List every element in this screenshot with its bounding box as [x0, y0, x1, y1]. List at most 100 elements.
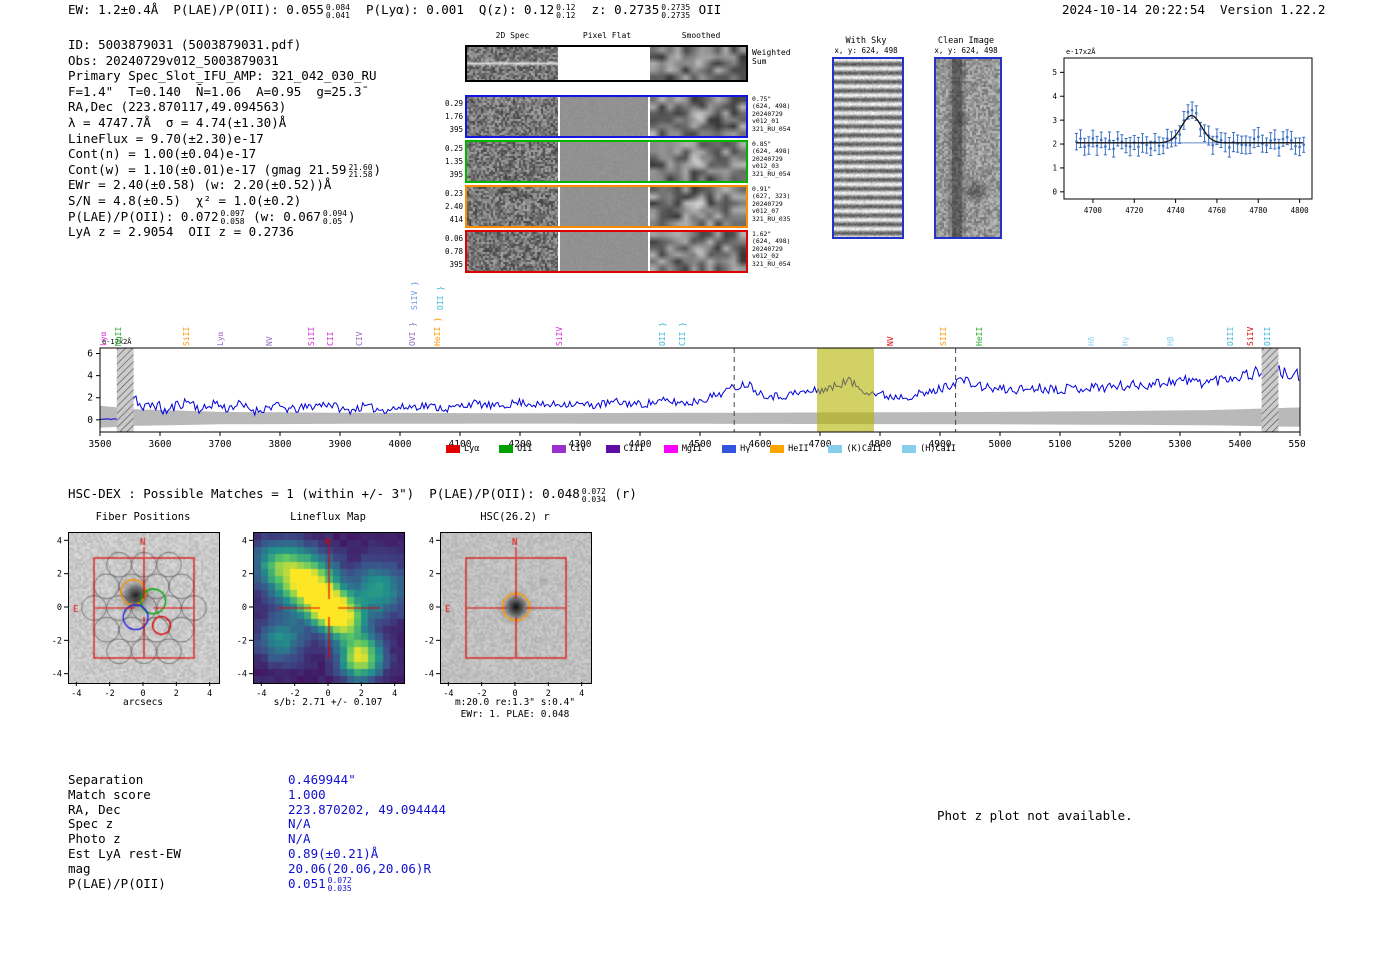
- row-pixelflat-image: [560, 97, 648, 136]
- weighted-sum-label: Weighted Sum: [752, 48, 804, 66]
- svg-text:5: 5: [1052, 68, 1057, 77]
- row-pixelflat-image: [560, 187, 648, 226]
- legend-swatch: [446, 445, 460, 453]
- legend-swatch: [902, 445, 917, 453]
- match-table-label: Photo z: [68, 831, 121, 847]
- svg-text:-2: -2: [237, 636, 247, 646]
- hsc-cutout-xlabel2: EWr: 1. PLAE: 0.048: [460, 709, 570, 720]
- legend-label: MgII: [681, 444, 703, 454]
- match-table-row: P(LAE)/P(OII) 0.051 0.072 0.035: [68, 876, 446, 894]
- row-smoothed-image: [650, 187, 746, 226]
- row-annotation: 0.85" (624, 498) 20240729 v012_03 321_RU_054: [752, 140, 804, 178]
- svg-text:3800: 3800: [269, 439, 292, 450]
- legend-item: CIII: [605, 444, 644, 454]
- info-line: LyA z = 2.9054 OII z = 0.2736: [68, 224, 381, 240]
- match-table-label: RA, Dec: [68, 801, 121, 817]
- cutout-axes-svg: -4-4-2-2002244-4-4-2-2002244-4-4-2-20022…: [52, 536, 584, 699]
- row-annotation: 0.91" (627, 323) 20240729 v012_07 321_RU_035: [752, 185, 804, 223]
- text-segment: (w: 0.067: [245, 208, 321, 224]
- emission-line-label: NV: [885, 336, 895, 346]
- text-segment: P(Lyα): 0.001 Q(z): 0.12: [350, 2, 555, 17]
- stacked-uncertainty: 0.2735 0.2735: [659, 4, 691, 19]
- spec2d-row: [465, 185, 748, 228]
- emission-line-label: MgII: [114, 326, 124, 346]
- emission-line-label: Hδ: [1086, 336, 1096, 346]
- svg-text:4: 4: [242, 536, 247, 546]
- svg-text:0: 0: [57, 603, 62, 613]
- uncertainty-lower: 21.58: [348, 170, 373, 180]
- row-scale-value: 0.78: [444, 247, 463, 257]
- spec2d-row: [465, 45, 748, 82]
- info-line: Primary Spec_Slot_IFU_AMP: 321_042_030_R…: [68, 68, 381, 84]
- legend-swatch: [770, 445, 785, 453]
- svg-text:-4: -4: [52, 670, 62, 680]
- match-table-label: Separation: [68, 772, 144, 787]
- text-segment: Primary Spec_Slot_IFU_AMP: 321_042_030_R…: [68, 68, 377, 84]
- legend-swatch: [663, 445, 678, 453]
- emission-line-label: SiIV: [1246, 326, 1256, 346]
- emission-line-label: SiIV }: [410, 281, 419, 310]
- cutout-axes: -4 -4 -2 -2 0 0 2 2 4 4 -4 -4 -2 -2 0 0 2 2 4 4 -4 -4 -2 -2 0 0 2 2…: [20, 505, 640, 725]
- row-scale-values: 0.23 2.40 414: [437, 187, 463, 227]
- match-table-row: Est LyA rest-EW 0.89(±0.21)Å: [68, 846, 446, 861]
- svg-text:5400: 5400: [1229, 439, 1252, 450]
- legend-label: CIII: [623, 444, 644, 454]
- legend-label: Hγ: [740, 444, 751, 454]
- match-table-label: Match score: [68, 786, 151, 802]
- svg-text:3500: 3500: [89, 439, 112, 450]
- emission-line-label: CII: [326, 331, 335, 346]
- weighted-pixelflat-image: [560, 47, 648, 80]
- legend-item: CIV: [552, 444, 586, 454]
- uncertainty-lower: 0.05: [322, 217, 343, 227]
- text-segment: P(LAE)/P(OII): 0.072: [68, 208, 219, 224]
- emission-line-label: OII }: [435, 285, 445, 310]
- text-segment: 1.000: [288, 786, 326, 802]
- emission-line-label: NV: [264, 336, 274, 346]
- row-scale-values: 0.25 1.35 395: [437, 142, 463, 182]
- stacked-uncertainty: 0.12 0.12: [554, 4, 576, 19]
- spec2d-header-pixelflat: Pixel Flat: [582, 31, 632, 40]
- info-line: RA,Dec (223.870117,49.094563): [68, 99, 381, 115]
- clean-image-coords: x, y: 624, 498: [934, 46, 998, 55]
- legend-label: (K)CaII: [846, 444, 883, 454]
- text-segment: OII: [691, 2, 722, 17]
- emission-line-label: OII }: [657, 321, 667, 346]
- stacked-uncertainty: 0.094 0.05: [321, 210, 348, 225]
- spec2d-header-2dspec: 2D Spec: [495, 31, 530, 40]
- svg-text:2: 2: [87, 393, 93, 404]
- legend-label: (H)CaII: [920, 444, 956, 454]
- svg-text:1: 1: [1052, 164, 1057, 173]
- stacked-uncertainty: 0.072 0.034: [580, 488, 607, 503]
- svg-text:4700: 4700: [1084, 206, 1103, 215]
- match-table-label: mag: [68, 860, 91, 876]
- info-line: P(LAE)/P(OII): 0.072 0.097 0.058 (w: 0.067…: [68, 208, 381, 226]
- row-annotation: 0.75" (624, 498) 20240729 v012_01 321_RU_054: [752, 95, 804, 133]
- weighted-sum-label-line2: Sum: [752, 57, 767, 66]
- weighted-sum-label-line1: Weighted: [752, 48, 791, 57]
- match-table-value: 0.89(±0.21)Å: [288, 846, 378, 861]
- uncertainty-lower: 0.035: [327, 884, 352, 894]
- info-line: S/N = 4.8(±0.5) χ² = 1.0(±0.2): [68, 193, 381, 209]
- match-table-value: N/A: [288, 816, 311, 831]
- weighted-2dspec-image: [467, 47, 558, 80]
- row-annotation-line: 321_RU_054: [752, 124, 791, 133]
- stacked-uncertainty: 0.084 0.041: [324, 4, 351, 19]
- legend-item: (K)CaII: [828, 444, 882, 454]
- legend-swatch: [499, 445, 514, 453]
- text-segment: Obs: 20240729v012_5003879031: [68, 52, 279, 68]
- emission-line-label: SiII: [306, 326, 316, 346]
- match-table-value: 0.051 0.072 0.035: [288, 876, 353, 894]
- row-smoothed-image: [650, 142, 746, 181]
- match-table-row: RA, Dec 223.870202, 49.094444: [68, 802, 446, 817]
- emission-line-label: HeII }: [432, 317, 442, 346]
- svg-text:6: 6: [87, 349, 93, 360]
- svg-text:3900: 3900: [329, 439, 352, 450]
- weighted-smoothed-image: [650, 47, 746, 80]
- text-segment: ): [373, 161, 382, 177]
- legend-label: HeII: [788, 444, 809, 454]
- emission-line-label: SIII: [938, 326, 948, 346]
- row-smoothed-image: [650, 97, 746, 136]
- legend-swatch: [828, 445, 843, 453]
- svg-text:5200: 5200: [1109, 439, 1132, 450]
- match-table-value: 223.870202, 49.094444: [288, 802, 446, 817]
